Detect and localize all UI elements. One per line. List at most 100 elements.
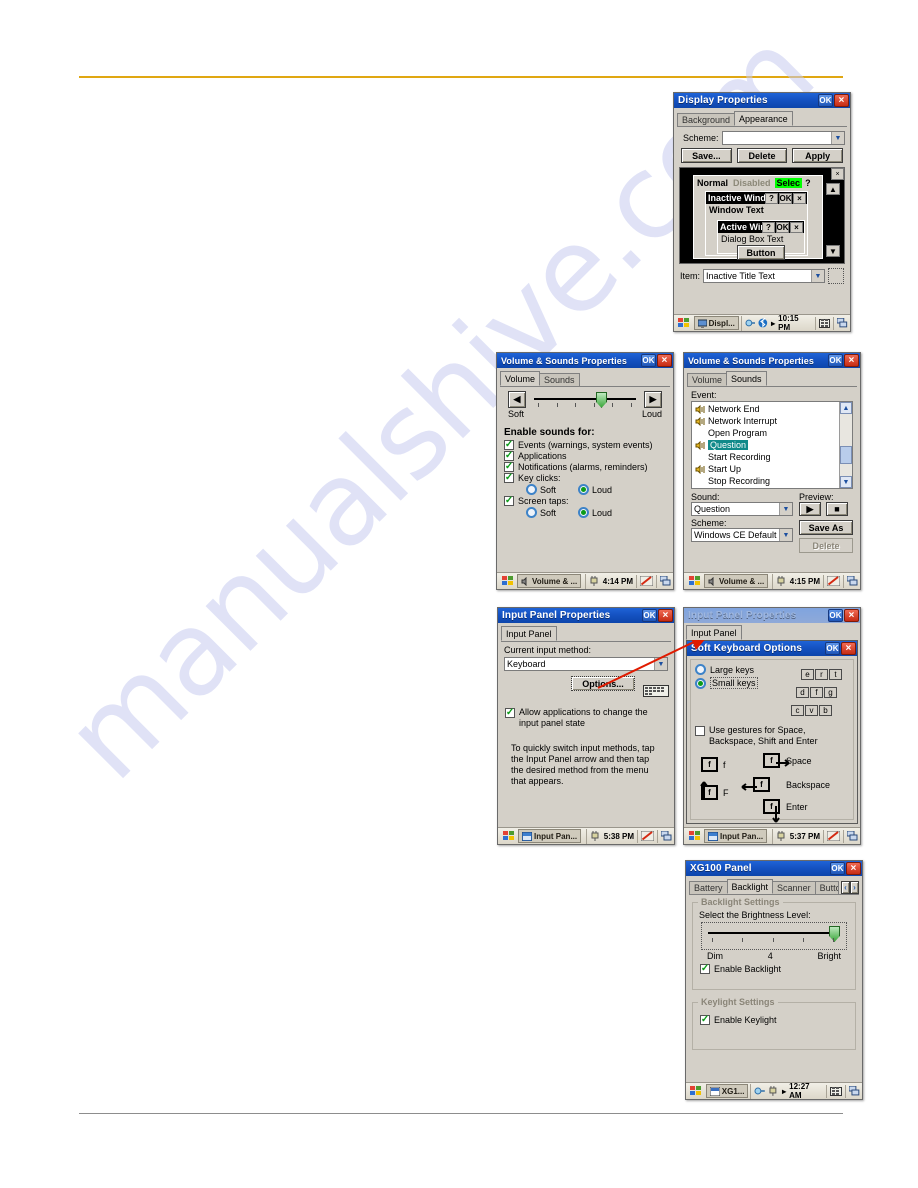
input-panel-properties-window[interactable]: Input Panel Properties OK × Input Panel … — [497, 607, 675, 845]
start-button[interactable] — [686, 829, 702, 843]
tab-input-panel[interactable]: Input Panel — [686, 625, 742, 640]
clock[interactable]: 5:37 PM — [790, 832, 820, 841]
tab-volume[interactable]: Volume — [687, 373, 728, 386]
checkbox-box[interactable]: ✓ — [504, 450, 514, 461]
taskbar[interactable]: Input Pan... 5:38 PM — [498, 827, 674, 844]
checkbox-allow-apps[interactable]: ✓ Allow applications to change the input… — [505, 707, 667, 729]
tab-appearance[interactable]: Appearance — [734, 111, 793, 126]
checkbox-events[interactable]: ✓ Events (warnings, system events) — [504, 439, 670, 450]
xg100-panel-window[interactable]: XG100 Panel OK × Battery Backlight Scann… — [685, 860, 863, 1100]
taskbar[interactable]: Volume & ... 4:14 PM — [497, 572, 673, 589]
system-tray[interactable]: 4:14 PM — [584, 573, 671, 589]
parent-close-button[interactable]: × — [844, 609, 859, 622]
apply-button[interactable]: Apply — [792, 148, 844, 163]
taskbar-task-button[interactable]: Volume & ... — [704, 574, 769, 588]
radio-circle[interactable] — [526, 507, 537, 518]
system-tray[interactable]: 5:38 PM — [585, 828, 672, 844]
checkbox-applications[interactable]: ✓ Applications — [504, 450, 670, 461]
volume-increase-button[interactable]: ▶ — [644, 391, 662, 408]
ok-button[interactable]: OK — [641, 354, 656, 367]
radio-screen-taps-loud[interactable]: Loud — [578, 507, 612, 518]
close-button[interactable]: × — [846, 862, 861, 875]
save-button[interactable]: Save... — [681, 148, 732, 163]
display-properties-window[interactable]: Display Properties OK × Background Appea… — [673, 92, 851, 332]
close-button[interactable]: × — [657, 354, 672, 367]
brightness-slider[interactable] — [701, 922, 847, 950]
checkbox-box[interactable]: ✓ — [504, 495, 514, 506]
ok-button[interactable]: OK — [828, 354, 843, 367]
radio-key-clicks-loud[interactable]: Loud — [578, 484, 612, 495]
list-item[interactable]: Network Interrupt — [692, 415, 852, 427]
checkbox-box[interactable]: ✓ — [504, 439, 514, 450]
sound-combo[interactable]: Question ▼ — [691, 502, 793, 516]
checkbox-screen-taps[interactable]: ✓ Screen taps: — [504, 495, 670, 506]
tab-sounds[interactable]: Sounds — [726, 371, 767, 386]
clock[interactable]: 4:15 PM — [790, 577, 820, 586]
start-button[interactable] — [499, 574, 515, 588]
taskbar-task-button[interactable]: XG1... — [705, 1084, 749, 1098]
tab-strip[interactable]: Background Appearance — [677, 111, 847, 127]
appearance-preview[interactable]: × Normal Disabled Selec ? Inactive Wind … — [679, 167, 845, 264]
start-button[interactable] — [686, 574, 702, 588]
volume-slider-area[interactable]: ◀ ▶ Soft Loud — [504, 391, 666, 425]
item-combo[interactable]: Inactive Title Text ▼ — [703, 269, 825, 283]
start-button[interactable] — [688, 1084, 704, 1098]
checkbox-box[interactable]: ✓ — [700, 1014, 710, 1025]
play-button[interactable]: ▶ — [799, 502, 821, 516]
color-swatch-button[interactable] — [828, 268, 844, 284]
radio-circle[interactable] — [526, 484, 537, 495]
save-as-button[interactable]: Save As — [799, 520, 853, 535]
delete-button[interactable]: Delete — [736, 148, 788, 163]
radio-small-keys[interactable]: Small keys — [695, 677, 801, 689]
tab-input-panel[interactable]: Input Panel — [501, 626, 557, 641]
taskbar-task-button[interactable]: Input Pan... — [704, 829, 768, 843]
scroll-up-icon[interactable]: ▲ — [840, 402, 852, 414]
volume-decrease-button[interactable]: ◀ — [508, 391, 526, 408]
checkbox-box[interactable]: ✓ — [505, 707, 515, 718]
radio-circle[interactable] — [578, 507, 590, 518]
system-tray[interactable]: 5:37 PM — [771, 828, 858, 844]
taskbar[interactable]: Input Pan... 5:37 PM — [684, 827, 860, 844]
tab-sounds[interactable]: Sounds — [539, 373, 580, 386]
radio-large-keys[interactable]: Large keys — [695, 664, 801, 675]
radio-circle[interactable] — [578, 484, 590, 495]
keyboard-icon[interactable] — [818, 318, 831, 328]
chevron-down-icon[interactable]: ▼ — [831, 132, 844, 144]
tab-strip[interactable]: Battery Backlight Scanner Butto ‹ › — [689, 879, 859, 895]
chevron-down-icon[interactable]: ▼ — [811, 270, 824, 282]
chevron-down-icon[interactable]: ▼ — [654, 658, 667, 670]
radio-circle[interactable] — [695, 664, 706, 675]
list-item[interactable]: Start Recording — [692, 451, 852, 463]
system-tray[interactable]: ▸ 10:15 PM — [740, 314, 848, 332]
stop-button[interactable]: ■ — [826, 502, 848, 516]
clock[interactable]: 12:27 AM — [789, 1082, 823, 1100]
tab-strip[interactable]: Input Panel — [501, 626, 671, 642]
checkbox-box[interactable]: ✓ — [504, 461, 514, 472]
tab-background[interactable]: Background — [677, 113, 736, 126]
tab-battery[interactable]: Battery — [689, 881, 728, 894]
tab-scroll-prev-button[interactable]: ‹ — [841, 881, 850, 894]
input-method-combo[interactable]: Keyboard ▼ — [504, 657, 668, 671]
volume-sounds-sounds-window[interactable]: Volume & Sounds Properties OK × Volume S… — [683, 352, 861, 590]
scroll-down-icon[interactable]: ▼ — [840, 476, 852, 488]
scrollbar-thumb[interactable] — [840, 446, 852, 464]
taskbar[interactable]: Volume & ... 4:15 PM — [684, 572, 860, 589]
close-button[interactable]: × — [658, 609, 673, 622]
list-item-selected[interactable]: Question — [692, 439, 852, 451]
soft-keyboard-dialog[interactable]: Soft Keyboard Options OK × Large keys Sm… — [686, 640, 858, 824]
volume-sounds-volume-window[interactable]: Volume & Sounds Properties OK × Volume S… — [496, 352, 674, 590]
checkbox-box[interactable] — [695, 726, 705, 736]
list-item[interactable]: Start Up — [692, 463, 852, 475]
taskbar-task-button[interactable]: Displ... — [693, 316, 739, 330]
parent-tab-strip[interactable]: Input Panel — [686, 625, 858, 641]
taskbar-task-button[interactable]: Input Pan... — [518, 829, 582, 843]
scheme-combo[interactable]: ▼ — [721, 131, 845, 145]
close-button[interactable]: × — [844, 354, 859, 367]
taskbar[interactable]: XG1... ▸ 12:27 AM — [686, 1082, 862, 1100]
tab-backlight[interactable]: Backlight — [726, 879, 774, 894]
list-item[interactable]: Network End — [692, 403, 852, 415]
event-listbox[interactable]: Network End Network Interrupt Open Progr… — [691, 401, 853, 489]
checkbox-enable-keylight[interactable]: ✓ Enable Keylight — [700, 1014, 855, 1025]
chevron-down-icon[interactable]: ▼ — [779, 503, 792, 515]
start-button[interactable] — [500, 829, 516, 843]
